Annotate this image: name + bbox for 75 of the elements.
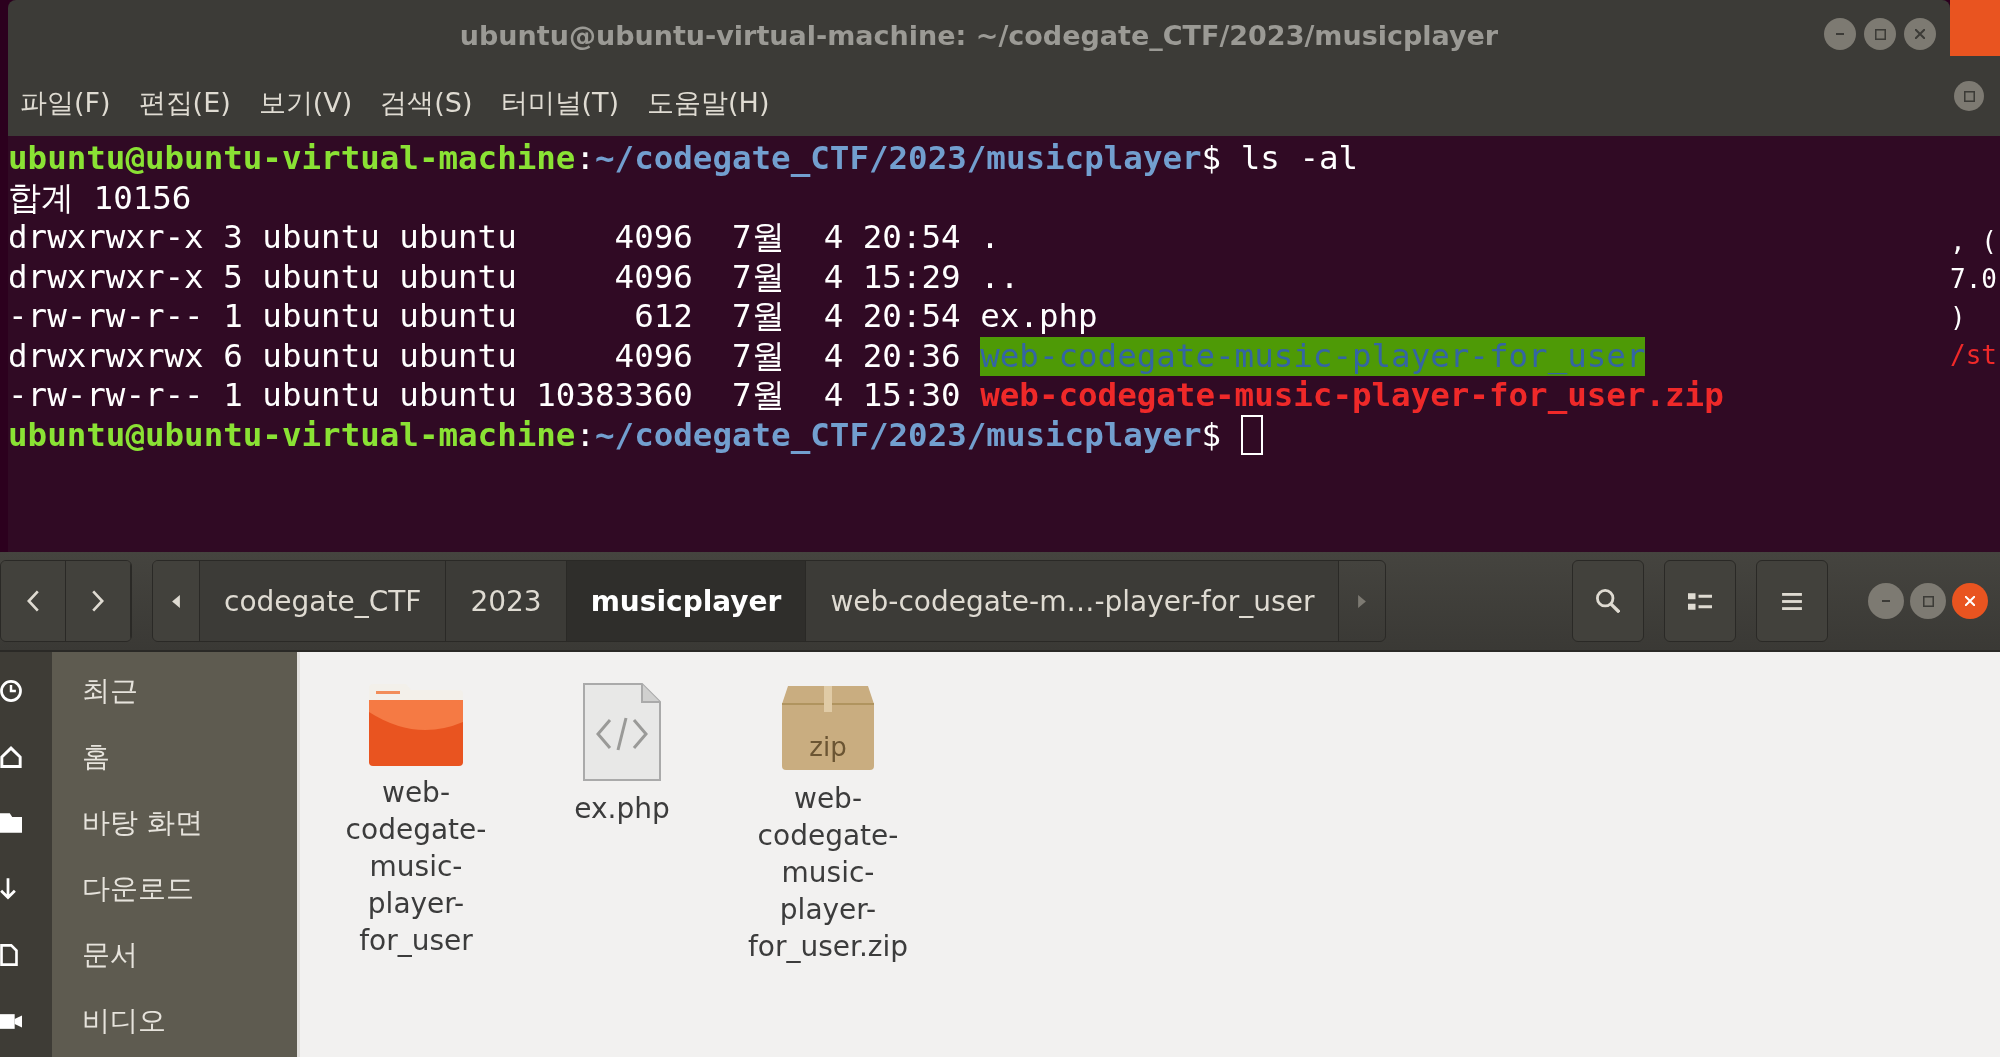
video-icon (0, 1013, 22, 1029)
prompt-path: ~/codegate_CTF/2023/musicplayer (595, 139, 1202, 179)
maximize-button[interactable] (1954, 81, 1984, 111)
sidebar-item[interactable]: 다운로드 (82, 870, 194, 908)
folder-icon[interactable] (366, 682, 466, 766)
minimize-button[interactable] (1824, 18, 1856, 50)
terminal-text: -rw-rw-r-- 1 ubuntu ubuntu 612 7월 4 20:54 ex.php (8, 297, 1098, 337)
terminal-text: : (575, 415, 595, 455)
terminal-text: 합계 10156 (8, 178, 192, 218)
triangle-right-icon (1358, 594, 1367, 608)
menu-button[interactable] (1756, 560, 1828, 642)
prompt-user: ubuntu@ubuntu-virtual-machine (8, 415, 576, 455)
minus-icon (1835, 33, 1845, 35)
square-icon (1922, 595, 1934, 607)
square-icon (1874, 28, 1886, 40)
square-icon (1963, 90, 1975, 102)
breadcrumb-button[interactable]: musicplayer (566, 561, 807, 641)
terminal-cursor (1240, 415, 1263, 456)
directory-name: web-codegate-music-player-for_user (980, 336, 1646, 376)
window-edge (1950, 0, 2000, 56)
archive-name: web-codegate-music-player-for_user.zip (980, 376, 1724, 416)
maximize-button[interactable] (1910, 583, 1946, 619)
file-name[interactable]: ex.php (537, 790, 707, 827)
document-icon (0, 944, 18, 966)
terminal-text: drwxrwxr-x 3 ubuntu ubuntu 4096 7월 4 20:54 . (8, 218, 1000, 258)
menu-item[interactable]: 파일(F) (20, 85, 111, 121)
triangle-left-icon (172, 594, 180, 608)
sidebar-item[interactable]: 최근 (82, 672, 138, 710)
minus-icon (1881, 600, 1891, 602)
breadcrumb-button[interactable]: codegate_CTF (200, 561, 447, 641)
sidebar-item[interactable]: 바탕 화면 (82, 804, 203, 842)
code-file-icon[interactable] (582, 682, 662, 782)
home-icon (0, 746, 22, 768)
clock-icon (0, 680, 22, 702)
menu-item[interactable]: 편집(E) (138, 85, 231, 121)
terminal-text: /st (1950, 340, 1997, 370)
prompt-path: ~/codegate_CTF/2023/musicplayer (595, 415, 1202, 455)
sidebar-item[interactable]: 비디오 (82, 1002, 166, 1040)
sidebar-item[interactable]: 홈 (82, 738, 110, 776)
view-list-button[interactable] (1664, 560, 1736, 642)
terminal-text: -rw-rw-r-- 1 ubuntu ubuntu 10383360 7월 4 15:30 (8, 376, 962, 416)
scroll-left-button[interactable] (153, 561, 200, 641)
menu-item[interactable]: 도움말(H) (647, 85, 770, 121)
terminal-text: $ (1201, 415, 1223, 455)
zip-label: zip (809, 732, 847, 762)
chevron-right-icon (92, 590, 104, 612)
terminal-text: 7.0 (1950, 264, 1997, 294)
file-name[interactable]: web-codegate-music-player-for_user.zip (743, 780, 913, 965)
folder-icon (0, 813, 22, 833)
prompt-user: ubuntu@ubuntu-virtual-machine (8, 139, 576, 179)
sidebar-item[interactable]: 문서 (82, 936, 138, 974)
menu-item[interactable]: 보기(V) (258, 85, 353, 121)
breadcrumb-button[interactable]: 2023 (446, 561, 567, 641)
terminal-text: $ ls -al (1201, 139, 1359, 179)
maximize-button[interactable] (1864, 18, 1896, 50)
search-button[interactable] (1572, 560, 1644, 642)
terminal-text: drwxrwxrwx 6 ubuntu ubuntu 4096 7월 4 20:36 (8, 336, 962, 376)
search-icon (1596, 589, 1620, 613)
terminal-text: drwxrwxr-x 5 ubuntu ubuntu 4096 7월 4 15:29 .. (8, 257, 1020, 297)
window-title: ubuntu@ubuntu-virtual-machine: ~/codegate_CTF/2023/musicplayer (459, 19, 1499, 51)
menu-icon (1782, 592, 1802, 610)
download-icon (0, 878, 16, 900)
chevron-left-icon (27, 590, 39, 612)
list-view-icon (1688, 592, 1712, 610)
terminal-text: , ( (1950, 226, 1997, 256)
close-icon (1915, 29, 1925, 39)
breadcrumb-button[interactable]: web-codegate-m…-player-for_user (806, 561, 1340, 641)
minimize-button[interactable] (1868, 583, 1904, 619)
close-icon (1965, 596, 1975, 606)
menu-item[interactable]: 터미널(T) (500, 85, 620, 121)
close-button[interactable] (1952, 583, 1988, 619)
menu-item[interactable]: 검색(S) (380, 85, 473, 121)
terminal-text: ) (1950, 302, 1966, 332)
terminal-text: : (575, 139, 595, 179)
file-name[interactable]: web-codegate-music-player-for_user (331, 774, 501, 959)
